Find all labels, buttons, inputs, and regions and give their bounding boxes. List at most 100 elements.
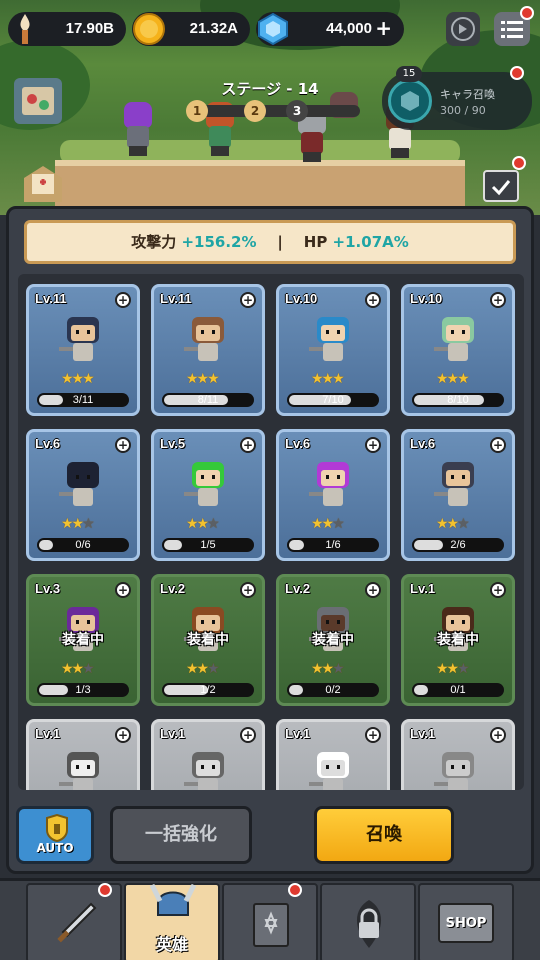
hero-card[interactable]: Lv.2 + 装着中 ★★★ 1/2 [151, 574, 265, 706]
hero-card[interactable]: Lv.2 + 装着中 ★★★ 0/2 [276, 574, 390, 706]
hero-star-rating: ★★★ [186, 516, 220, 532]
hero-detail-icon[interactable]: + [115, 437, 131, 453]
equipped-label: 装着中 [187, 632, 229, 648]
hero-detail-icon[interactable]: + [490, 582, 506, 598]
nav-book-tab[interactable] [222, 883, 318, 960]
hero-level: Lv.1 [410, 726, 436, 741]
mail-icon[interactable] [20, 160, 66, 206]
gem-pill: 44,000 + [256, 12, 404, 46]
hero-card-grid: Lv.11 + ★★★ 3/11 Lv.11 + ★★★ 8/11 Lv.10 + ★★★ 7/10 L… [18, 274, 524, 790]
bulk-upgrade-button[interactable]: 一括強化 [110, 806, 252, 864]
auto-equip-button[interactable]: AUTO [16, 806, 94, 864]
hero-card[interactable]: Lv.10 + ★★★ 8/10 [401, 284, 515, 416]
hero-sprite [118, 102, 158, 158]
hero-portrait [303, 313, 363, 371]
hero-level: Lv.5 [160, 436, 186, 451]
hero-level: Lv.1 [35, 726, 61, 741]
hero-portrait [53, 313, 113, 371]
hero-card[interactable]: Lv.1 + [276, 719, 390, 790]
hero-level: Lv.6 [410, 436, 436, 451]
nav-hero-label: 英雄 [155, 935, 188, 954]
atk-value: +156.2% [181, 233, 257, 251]
fast-forward-icon[interactable] [446, 12, 480, 46]
progress-text: 3/11 [72, 394, 94, 406]
hero-card[interactable]: Lv.11 + ★★★ 8/11 [151, 284, 265, 416]
hero-detail-icon[interactable]: + [115, 292, 131, 308]
hero-card[interactable]: Lv.3 + 装着中 ★★★ 1/3 [26, 574, 140, 706]
hero-portrait [428, 313, 488, 371]
hero-card[interactable]: Lv.6 + ★★★ 1/6 [276, 429, 390, 561]
add-gems-button[interactable]: + [375, 16, 392, 40]
hero-shard-progress: 3/11 [37, 393, 129, 407]
hero-star-rating: ★★★ [311, 661, 345, 677]
nav-weapon-tab[interactable] [26, 883, 122, 960]
hero-detail-icon[interactable]: + [490, 727, 506, 743]
hero-star-rating: ★★★ [436, 516, 470, 532]
hero-detail-icon[interactable]: + [240, 727, 256, 743]
hero-detail-icon[interactable]: + [490, 437, 506, 453]
shop-label: SHOP [445, 915, 487, 931]
weapon-alert-dot [98, 883, 112, 897]
helmet-icon [43, 813, 71, 843]
hero-portrait [303, 458, 363, 516]
nav-shop-tab[interactable]: SHOP [418, 883, 514, 960]
hero-card[interactable]: Lv.1 + [26, 719, 140, 790]
hero-shard-progress: 1/3 [37, 683, 129, 697]
hero-detail-icon[interactable]: + [240, 292, 256, 308]
hero-card[interactable]: Lv.5 + ★★★ 1/5 [151, 429, 265, 561]
hero-detail-icon[interactable]: + [490, 292, 506, 308]
hero-star-rating: ★★★ [311, 371, 345, 387]
hero-portrait [178, 313, 238, 371]
stage-node-2: 2 [244, 100, 266, 122]
hero-card[interactable]: Lv.1 + [151, 719, 265, 790]
hero-detail-icon[interactable]: + [365, 727, 381, 743]
hero-level: Lv.1 [410, 581, 436, 596]
gold-value: 21.32A [189, 20, 238, 37]
hero-detail-icon[interactable]: + [240, 437, 256, 453]
gem-value: 44,000 [326, 20, 372, 37]
hero-detail-icon[interactable]: + [240, 582, 256, 598]
hero-portrait [53, 748, 113, 790]
hero-detail-icon[interactable]: + [115, 727, 131, 743]
power-value: 17.90B [65, 20, 114, 37]
auto-label: AUTO [36, 841, 74, 855]
atk-label: 攻撃力 [131, 233, 182, 251]
summon-button[interactable]: 召喚 [314, 806, 454, 864]
hero-card[interactable]: Lv.1 + 装着中 ★★★ 0/1 [401, 574, 515, 706]
menu-alert-dot [520, 6, 534, 20]
nav-locked-tab[interactable] [320, 883, 416, 960]
shop-sign-icon: SHOP [438, 903, 494, 943]
sword-icon [52, 899, 98, 949]
hero-shard-progress: 0/2 [287, 683, 379, 697]
team-bonus-bar: 攻撃力 +156.2% | HP +1.07A% [24, 220, 516, 264]
resource-bar: 17.90B 21.32A 44,000 + [0, 6, 540, 48]
hero-detail-icon[interactable]: + [365, 437, 381, 453]
viking-helmet-icon [148, 877, 198, 927]
stage-node-3: 3 [286, 100, 308, 122]
hero-card[interactable]: Lv.1 + [401, 719, 515, 790]
hero-card[interactable]: Lv.11 + ★★★ 3/11 [26, 284, 140, 416]
hero-portrait [428, 458, 488, 516]
hero-level: Lv.6 [35, 436, 61, 451]
hero-shard-progress: 0/1 [412, 683, 504, 697]
hero-shard-progress: 8/11 [162, 393, 254, 407]
hero-level: Lv.2 [285, 581, 311, 596]
hero-shard-progress: 1/2 [162, 683, 254, 697]
hero-level: Lv.2 [160, 581, 186, 596]
book-alert-dot [288, 883, 302, 897]
hero-shard-progress: 8/10 [412, 393, 504, 407]
spellbook-icon [250, 899, 292, 951]
summon-level-badge: 15 [396, 66, 422, 82]
hero-portrait [53, 458, 113, 516]
hero-detail-icon[interactable]: + [365, 292, 381, 308]
hero-portrait [428, 748, 488, 790]
hero-card[interactable]: Lv.6 + ★★★ 2/6 [401, 429, 515, 561]
hero-detail-icon[interactable]: + [115, 582, 131, 598]
progress-text: 1/5 [200, 539, 216, 551]
hero-card[interactable]: Lv.10 + ★★★ 7/10 [276, 284, 390, 416]
hero-card[interactable]: Lv.6 + ★★★ 0/6 [26, 429, 140, 561]
hero-star-rating: ★★★ [186, 661, 220, 677]
hero-detail-icon[interactable]: + [365, 582, 381, 598]
nav-hero-tab[interactable]: 英雄 [124, 883, 220, 960]
progress-text: 8/11 [197, 394, 219, 406]
